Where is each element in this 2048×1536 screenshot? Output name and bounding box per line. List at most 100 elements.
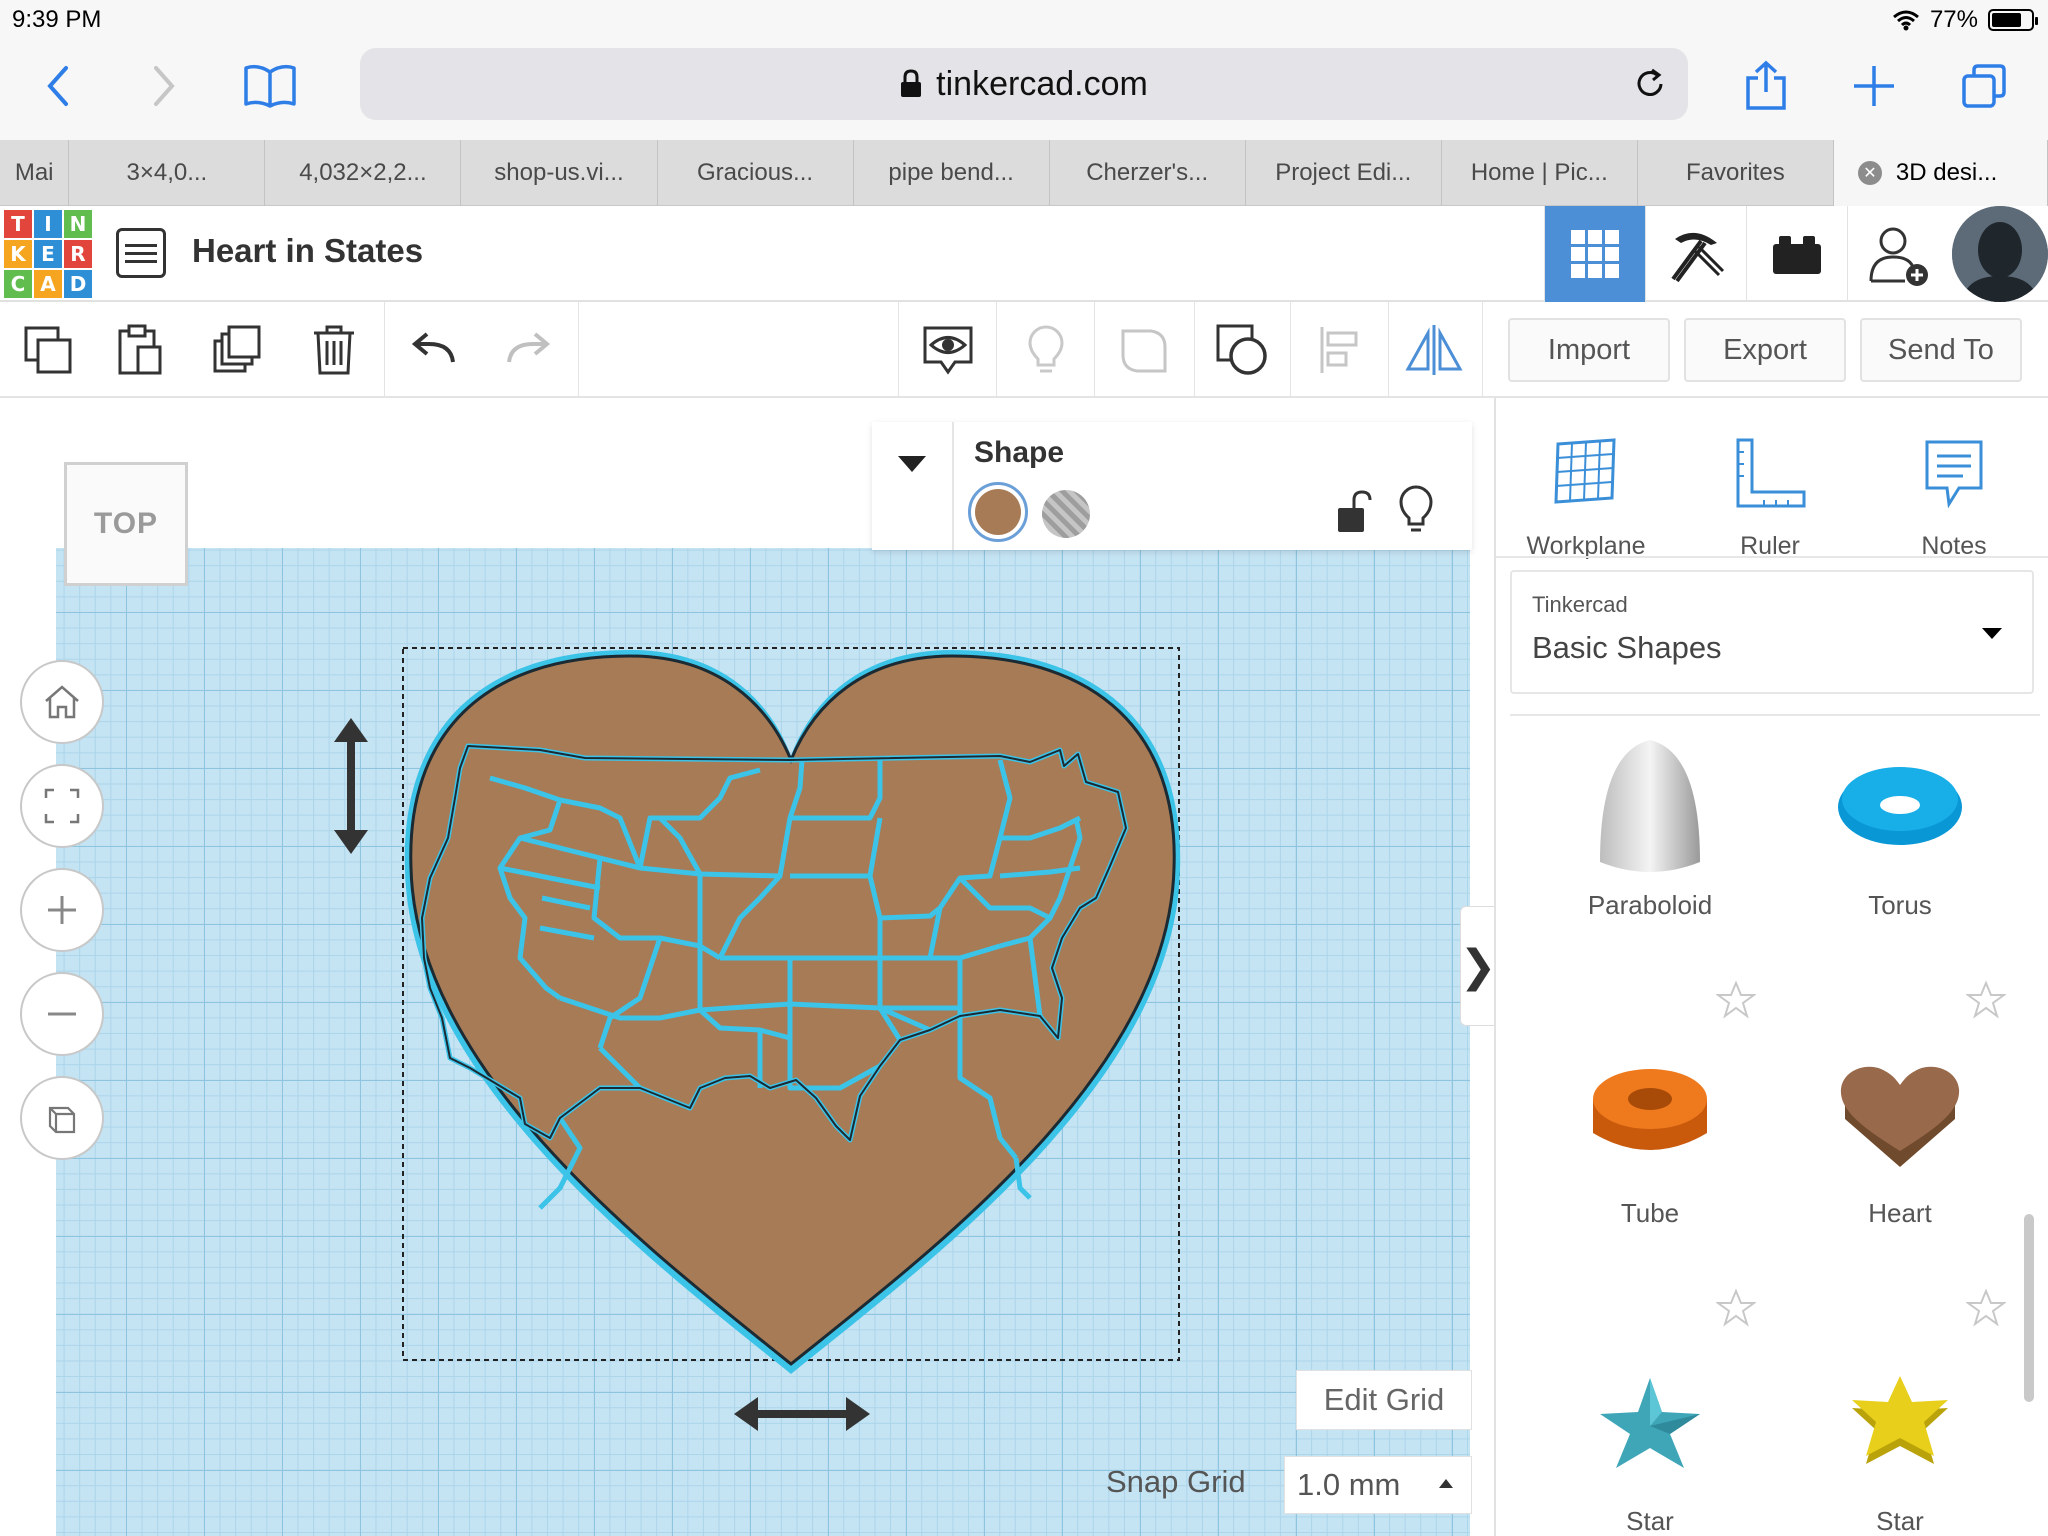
- book-icon: [244, 64, 296, 108]
- group-icon: [1121, 329, 1167, 373]
- bookmarks-button[interactable]: [230, 50, 310, 122]
- invite-user-button[interactable]: [1847, 206, 1948, 302]
- shape-label: Paraboloid: [1587, 890, 1713, 920]
- status-bar: 9:39 PM 77%: [0, 0, 2048, 40]
- 3d-view-button[interactable]: [1544, 206, 1645, 302]
- hints-button[interactable]: [1014, 318, 1078, 382]
- solid-color-button[interactable]: [968, 482, 1028, 542]
- tab-label: Gracious...: [697, 159, 814, 186]
- logo-tile: T: [4, 210, 32, 238]
- browser-tab[interactable]: Mai: [0, 140, 70, 206]
- shape-card-paraboloid[interactable]: Paraboloid: [1530, 702, 1770, 992]
- edit-grid-button[interactable]: Edit Grid: [1296, 1370, 1472, 1430]
- copy-button[interactable]: [16, 318, 80, 382]
- shapes-panel: Workplane Ruler Notes Tinkercad Basic Sh…: [1494, 398, 2048, 1536]
- workplane-icon: [1554, 438, 1616, 504]
- bricks-view-button[interactable]: [1746, 206, 1847, 302]
- inspector-collapse-button[interactable]: [872, 422, 954, 550]
- hole-button[interactable]: [1042, 490, 1090, 538]
- browser-tab[interactable]: Cherzer's...: [1050, 140, 1246, 206]
- trash-icon: [314, 325, 354, 375]
- caret-up-icon: [1439, 1479, 1453, 1488]
- mirror-button[interactable]: [1402, 318, 1466, 382]
- undo-button[interactable]: [402, 318, 466, 382]
- grid-view-icon: [1571, 230, 1619, 278]
- share-button[interactable]: [1726, 50, 1806, 122]
- browser-tab[interactable]: 4,032×2,2...: [265, 140, 462, 206]
- tabs-overview-button[interactable]: [1944, 50, 2024, 122]
- browser-toolbar: tinkercad.com: [0, 40, 2048, 140]
- shape-label: Tube: [1620, 1198, 1680, 1228]
- forward-button[interactable]: [124, 50, 204, 122]
- shape-card-tube[interactable]: Tube: [1530, 1010, 1770, 1300]
- unlock-icon: [1338, 490, 1372, 532]
- canvas-shapes[interactable]: [0, 398, 1494, 1536]
- show-all-button[interactable]: [916, 318, 980, 382]
- design-list-button[interactable]: [116, 228, 166, 278]
- shape-library-select[interactable]: Tinkercad Basic Shapes: [1510, 570, 2034, 694]
- tab-label: Project Edi...: [1275, 159, 1412, 186]
- lock-button[interactable]: [1332, 488, 1372, 538]
- delete-button[interactable]: [302, 318, 366, 382]
- browser-tab[interactable]: shop-us.vi...: [461, 140, 658, 206]
- notes-tool-button[interactable]: Notes: [1864, 422, 2044, 560]
- battery-percent: 77%: [1929, 6, 1978, 33]
- browser-tab[interactable]: Project Edi...: [1246, 140, 1442, 206]
- blocks-view-button[interactable]: [1645, 206, 1746, 302]
- send-to-button[interactable]: Send To: [1860, 318, 2022, 382]
- align-button[interactable]: [1308, 318, 1372, 382]
- tab-label: Home | Pic...: [1470, 159, 1608, 186]
- shape-card-heart[interactable]: Heart: [1780, 1010, 2020, 1300]
- address-bar[interactable]: tinkercad.com: [360, 48, 1688, 120]
- tab-label: Mai: [14, 159, 54, 186]
- chevron-left-icon: [47, 66, 68, 106]
- paste-button[interactable]: [108, 318, 172, 382]
- redo-button[interactable]: [496, 318, 560, 382]
- duplicate-button[interactable]: [206, 318, 270, 382]
- caret-down-icon: [898, 456, 926, 472]
- mirror-icon: [1405, 325, 1463, 375]
- inspector-hint-button[interactable]: [1398, 484, 1438, 538]
- logo-tile: R: [64, 240, 92, 268]
- status-indicators: 77%: [1892, 6, 2038, 34]
- logo-tile: C: [4, 270, 32, 298]
- import-button[interactable]: Import: [1508, 318, 1670, 382]
- shape-card-torus[interactable]: Torus: [1780, 702, 2020, 992]
- tab-label: Favorites: [1686, 159, 1785, 186]
- logo-tile: A: [34, 270, 62, 298]
- star-icon: [1600, 1378, 1700, 1468]
- ruler-tool-button[interactable]: Ruler: [1680, 422, 1860, 560]
- width-arrow[interactable]: [734, 1397, 870, 1431]
- browser-tab[interactable]: Favorites: [1638, 140, 1834, 206]
- export-button[interactable]: Export: [1684, 318, 1846, 382]
- group-button[interactable]: [1112, 318, 1176, 382]
- ruler-icon: [1736, 438, 1806, 508]
- new-tab-button[interactable]: [1834, 50, 1914, 122]
- browser-tab[interactable]: Gracious...: [658, 140, 854, 206]
- panel-collapse-toggle[interactable]: ❯: [1460, 906, 1494, 1026]
- lock-icon: [901, 69, 922, 97]
- snap-grid-value: 1.0 mm: [1297, 1467, 1401, 1502]
- back-button[interactable]: [18, 50, 98, 122]
- browser-tab[interactable]: pipe bend...: [854, 140, 1050, 206]
- panel-scrollbar[interactable]: [2024, 1214, 2034, 1402]
- design-title[interactable]: Heart in States: [192, 232, 423, 270]
- shape-card-star-teal[interactable]: Star: [1530, 1318, 1770, 1536]
- browser-tab[interactable]: 3×4,0...: [69, 140, 266, 206]
- workplane-tool-button[interactable]: Workplane: [1496, 422, 1676, 560]
- battery-icon: [1988, 9, 2038, 31]
- undo-icon: [411, 332, 455, 363]
- browser-tab[interactable]: Home | Pic...: [1442, 140, 1638, 206]
- snap-grid-select[interactable]: 1.0 mm: [1284, 1456, 1472, 1514]
- snap-grid-label: Snap Grid: [1106, 1464, 1246, 1499]
- shape-card-star-yellow[interactable]: Star: [1780, 1318, 2020, 1536]
- close-tab-icon[interactable]: ✕: [1857, 161, 1882, 185]
- library-provider: Tinkercad: [1532, 592, 1628, 617]
- reload-button[interactable]: [1626, 60, 1674, 108]
- avatar[interactable]: [1952, 206, 2048, 302]
- ungroup-button[interactable]: [1210, 318, 1274, 382]
- browser-tab-active[interactable]: ✕ 3D desi...: [1833, 140, 2048, 206]
- workplane-area[interactable]: TOP Shape ❯ Edit Grid Snap Grid 1.0 mm: [0, 398, 1494, 1536]
- tinkercad-logo[interactable]: TIN KER CAD: [4, 210, 92, 298]
- height-arrow[interactable]: [334, 718, 368, 854]
